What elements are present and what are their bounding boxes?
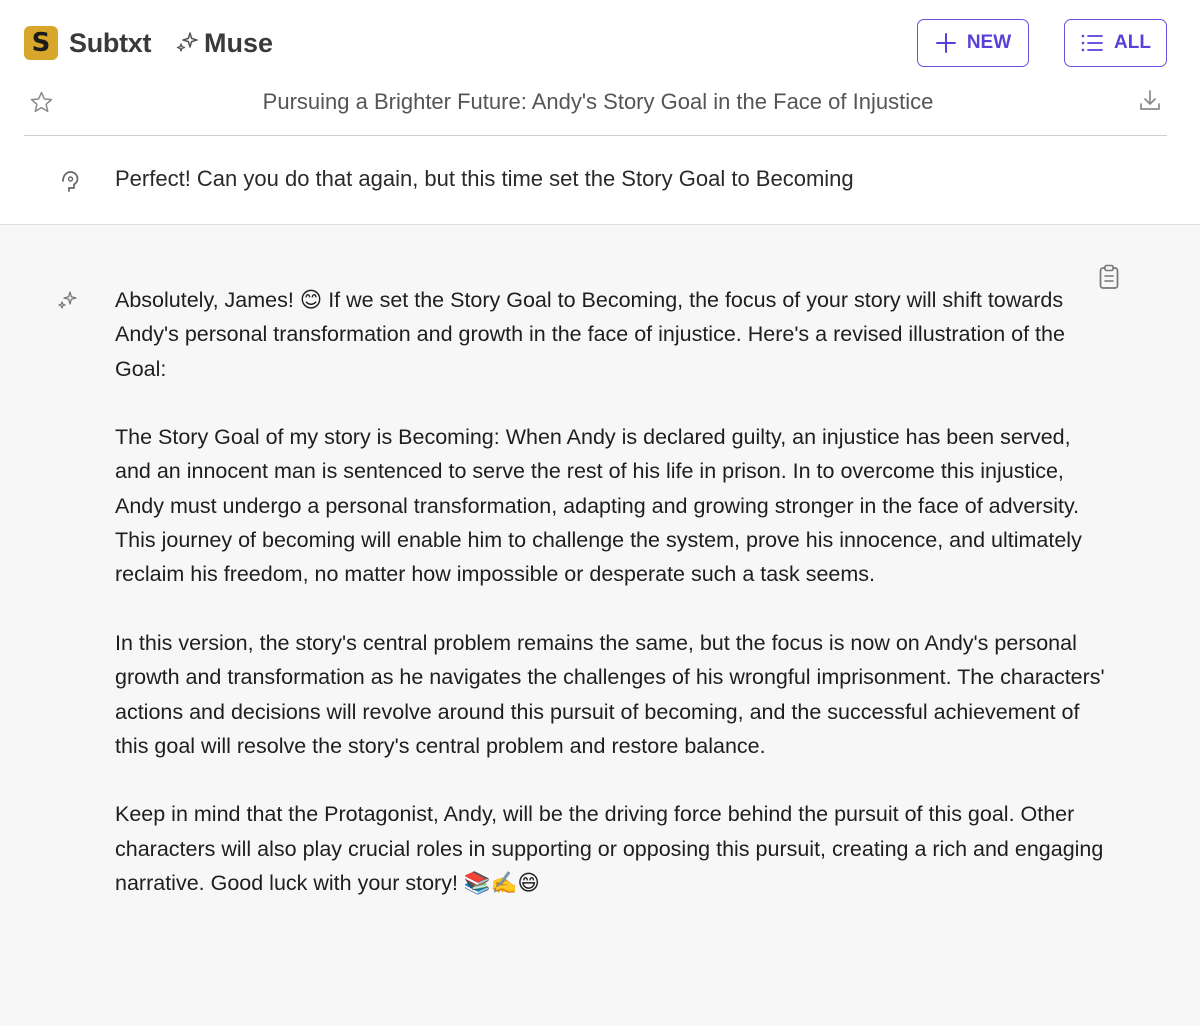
new-button-label: NEW (966, 32, 1012, 53)
brand-name: Subtxt (69, 28, 152, 58)
new-button[interactable]: NEW (917, 19, 1029, 67)
assistant-message: Absolutely, James! 😊 If we set the Story… (0, 225, 1200, 1026)
sparkle-icon (58, 291, 77, 309)
logo-letter: S (31, 28, 51, 58)
user-message: Perfect! Can you do that again, but this… (0, 136, 1200, 225)
assistant-reply: Absolutely, James! 😊 If we set the Story… (115, 283, 1105, 900)
conversation-title: Pursuing a Brighter Future: Andy's Story… (262, 89, 934, 114)
user-message-text: Perfect! Can you do that again, but this… (115, 166, 854, 191)
all-button-label: ALL (1114, 32, 1151, 53)
plus-icon (935, 33, 956, 53)
reply-paragraph: In this version, the story's central pro… (115, 630, 1105, 758)
all-button[interactable]: ALL (1064, 19, 1167, 67)
conversation-titlebar: Pursuing a Brighter Future: Andy's Story… (0, 82, 1200, 136)
reply-paragraph: Absolutely, James! 😊 If we set the Story… (115, 288, 1065, 381)
reply-paragraph: Keep in mind that the Protagonist, Andy,… (115, 802, 1104, 896)
download-icon[interactable] (1137, 88, 1163, 114)
header: S Subtxt Muse NEW ALL (0, 0, 1200, 90)
app-window: S Subtxt Muse NEW ALL Pursuing a Brighte… (0, 0, 1200, 1026)
sparkle-icon (176, 32, 198, 52)
logo[interactable]: S (24, 26, 58, 60)
reply-paragraph: The Story Goal of my story is Becoming: … (115, 425, 1082, 587)
list-icon (1081, 34, 1103, 52)
product-name: Muse (204, 28, 274, 58)
user-prompt-icon (62, 171, 79, 192)
